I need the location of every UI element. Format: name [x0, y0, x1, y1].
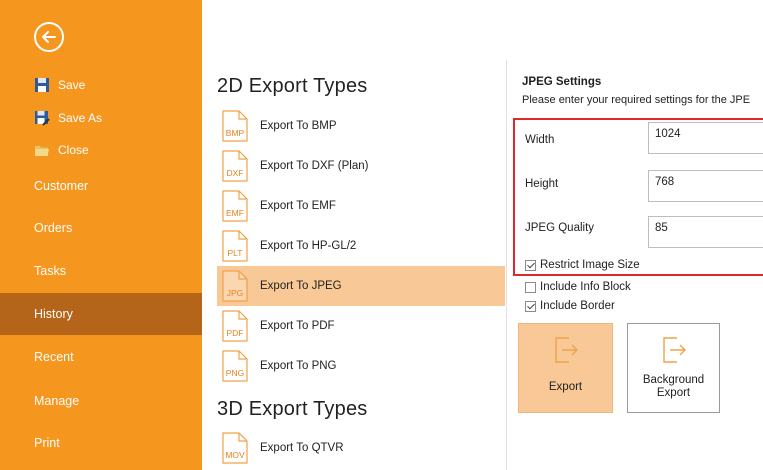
file-ext: EMF: [222, 208, 248, 218]
checkbox-label: Include Info Block: [540, 281, 631, 293]
width-label: Width: [525, 134, 554, 146]
checkbox-label: Restrict Image Size: [540, 259, 640, 271]
export-pdf-item[interactable]: PDF Export To PDF: [217, 306, 505, 346]
export-label: Export To DXF (Plan): [260, 160, 368, 172]
sidebar-item-label: History: [34, 307, 73, 321]
sidebar-item-customer[interactable]: Customer: [0, 165, 202, 207]
export-icon: [553, 334, 579, 366]
export-label: Export To BMP: [260, 120, 337, 132]
file-ext: PNG: [222, 368, 248, 378]
checkbox-label: Include Border: [540, 300, 615, 312]
close-command[interactable]: Close: [34, 140, 89, 160]
sidebar-item-label: Recent: [34, 350, 74, 364]
jpg-file-icon: JPG: [222, 270, 248, 302]
close-label: Close: [58, 143, 89, 157]
height-label: Height: [525, 178, 558, 190]
bmp-file-icon: BMP: [222, 110, 248, 142]
sidebar-item-orders[interactable]: Orders: [0, 207, 202, 249]
png-file-icon: PNG: [222, 350, 248, 382]
jpeg-quality-field[interactable]: 85: [648, 216, 763, 248]
file-ext: JPG: [222, 288, 248, 298]
export-button[interactable]: Export: [518, 323, 613, 413]
export-jpeg-item[interactable]: JPG Export To JPEG: [217, 266, 505, 306]
close-folder-icon: [34, 142, 50, 158]
section-title-2d: 2D Export Types: [217, 75, 367, 98]
backstage-sidebar: Save Save As Close Customer Orders Tasks…: [0, 0, 202, 470]
export-label: Export To PDF: [260, 320, 335, 332]
export-plt-item[interactable]: PLT Export To HP-GL/2: [217, 226, 505, 266]
width-field[interactable]: 1024: [648, 122, 763, 154]
checkbox-box[interactable]: [525, 282, 536, 293]
pdf-file-icon: PDF: [222, 310, 248, 342]
save-label: Save: [58, 78, 85, 92]
arrow-left-icon: [40, 28, 58, 46]
section-title-3d: 3D Export Types: [217, 398, 367, 421]
export-label: Export To QTVR: [260, 442, 344, 454]
sidebar-item-recent[interactable]: Recent: [0, 336, 202, 378]
file-ext: DXF: [222, 168, 248, 178]
export-dxf-item[interactable]: DXF Export To DXF (Plan): [217, 146, 505, 186]
save-as-command[interactable]: Save As: [34, 108, 102, 128]
export-png-item[interactable]: PNG Export To PNG: [217, 346, 505, 386]
sidebar-item-label: Manage: [34, 394, 79, 408]
include-border-checkbox[interactable]: Include Border: [525, 300, 615, 312]
file-ext: MOV: [222, 450, 248, 460]
save-icon: [34, 77, 50, 93]
sidebar-item-label: Tasks: [34, 264, 66, 278]
background-export-button[interactable]: Background Export: [627, 323, 720, 413]
back-button[interactable]: [34, 22, 64, 52]
background-export-label-line2: Export: [628, 387, 719, 399]
dxf-file-icon: DXF: [222, 150, 248, 182]
export-bmp-item[interactable]: BMP Export To BMP: [217, 106, 505, 146]
export-emf-item[interactable]: EMF Export To EMF: [217, 186, 505, 226]
save-as-label: Save As: [58, 111, 102, 125]
file-ext: BMP: [222, 128, 248, 138]
file-ext: PLT: [222, 248, 248, 258]
background-export-label-line1: Background: [628, 374, 719, 386]
height-field[interactable]: 768: [648, 170, 763, 202]
sidebar-item-print[interactable]: Print: [0, 422, 202, 464]
save-as-icon: [34, 110, 50, 126]
restrict-image-size-checkbox[interactable]: Restrict Image Size: [525, 259, 640, 271]
export-label: Export To EMF: [260, 200, 336, 212]
sidebar-item-manage[interactable]: Manage: [0, 380, 202, 422]
emf-file-icon: EMF: [222, 190, 248, 222]
checkbox-box[interactable]: [525, 260, 536, 271]
background-export-icon: [661, 334, 687, 366]
sidebar-item-history[interactable]: History: [0, 293, 202, 335]
sidebar-item-tasks[interactable]: Tasks: [0, 250, 202, 292]
sidebar-item-label: Orders: [34, 221, 72, 235]
save-command[interactable]: Save: [34, 75, 85, 95]
checkbox-box[interactable]: [525, 301, 536, 312]
file-ext: PDF: [222, 328, 248, 338]
export-label: Export To HP-GL/2: [260, 240, 356, 252]
mov-file-icon: MOV: [222, 432, 248, 464]
column-divider: [506, 60, 507, 470]
export-qtvr-item[interactable]: MOV Export To QTVR: [217, 428, 505, 468]
settings-description: Please enter your required settings for …: [522, 94, 750, 106]
include-info-block-checkbox[interactable]: Include Info Block: [525, 281, 631, 293]
export-label: Export To PNG: [260, 360, 337, 372]
settings-title: JPEG Settings: [522, 76, 601, 88]
export-label: Export To JPEG: [260, 280, 342, 292]
plt-file-icon: PLT: [222, 230, 248, 262]
jpeg-quality-label: JPEG Quality: [525, 222, 594, 234]
export-button-label: Export: [519, 381, 612, 393]
sidebar-item-label: Customer: [34, 179, 88, 193]
sidebar-item-label: Print: [34, 436, 60, 450]
